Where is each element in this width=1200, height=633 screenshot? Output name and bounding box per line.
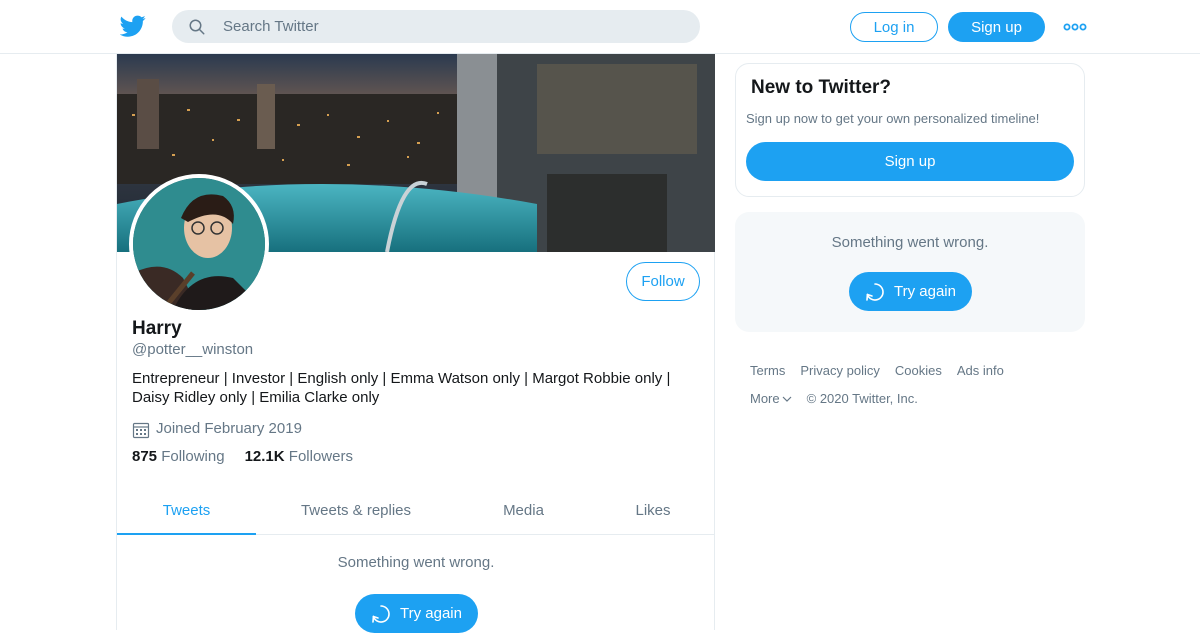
footer-link-privacy-policy[interactable]: Privacy policy bbox=[800, 363, 894, 378]
profile-handle: @potter__winston bbox=[132, 341, 254, 358]
following-count: 875 bbox=[132, 448, 158, 465]
joined-text: Joined February 2019 bbox=[156, 419, 302, 437]
signup-button[interactable]: Sign up bbox=[948, 12, 1045, 42]
profile-avatar[interactable] bbox=[129, 174, 269, 314]
joined-date: Joined February 2019 bbox=[132, 417, 302, 439]
profile-name: Harry bbox=[132, 318, 182, 339]
profile-stats: 875 Following 12.1K Followers bbox=[132, 448, 373, 465]
footer-link-terms[interactable]: Terms bbox=[750, 363, 800, 378]
timeline-try-again-button[interactable]: Try again bbox=[355, 594, 478, 633]
refresh-icon bbox=[372, 604, 390, 623]
tab-tweets-and-replies[interactable]: Tweets & replies bbox=[256, 486, 456, 534]
following-label: Following bbox=[161, 448, 225, 465]
twitter-bird-icon[interactable] bbox=[120, 13, 146, 39]
profile-bio: Entrepreneur | Investor | English only |… bbox=[132, 370, 671, 406]
footer-link-ads-info[interactable]: Ads info bbox=[957, 363, 1019, 378]
profile-column: Follow Harry @potter__winston Entreprene… bbox=[116, 54, 715, 633]
search-bar[interactable] bbox=[172, 10, 700, 43]
sidebar-try-again-label: Try again bbox=[894, 283, 956, 300]
tab-media[interactable]: Media bbox=[456, 486, 591, 534]
sidebar-error-card: Something went wrong. Try again bbox=[735, 212, 1085, 332]
followers-label: Followers bbox=[288, 448, 353, 465]
followers-count: 12.1K bbox=[244, 448, 285, 465]
profile-tabs: Tweets Tweets & replies Media Likes bbox=[117, 486, 715, 535]
search-input[interactable] bbox=[172, 10, 700, 43]
timeline-try-again-label: Try again bbox=[400, 605, 462, 622]
tab-tweets[interactable]: Tweets bbox=[117, 486, 256, 535]
new-to-twitter-title: New to Twitter? bbox=[751, 77, 892, 98]
more-dots-icon[interactable] bbox=[1063, 20, 1087, 34]
sidebar-try-again-button[interactable]: Try again bbox=[849, 272, 972, 311]
calendar-icon bbox=[132, 422, 150, 439]
sidebar-signup-button[interactable]: Sign up bbox=[746, 142, 1074, 181]
refresh-icon bbox=[866, 282, 884, 301]
footer-more-menu[interactable]: More bbox=[750, 391, 792, 406]
footer-copyright: © 2020 Twitter, Inc. bbox=[806, 391, 918, 406]
footer-link-cookies[interactable]: Cookies bbox=[895, 363, 957, 378]
tab-likes[interactable]: Likes bbox=[591, 486, 715, 534]
footer-more-label: More bbox=[750, 391, 780, 406]
chevron-down-icon bbox=[782, 396, 792, 402]
follow-button[interactable]: Follow bbox=[626, 262, 700, 301]
login-button[interactable]: Log in bbox=[850, 12, 938, 42]
footer-links: Terms Privacy policy Cookies Ads info Mo… bbox=[750, 363, 1080, 419]
timeline-error-message: Something went wrong. bbox=[337, 554, 495, 571]
new-to-twitter-card: New to Twitter? Sign up now to get your … bbox=[735, 63, 1085, 197]
sidebar-error-message: Something went wrong. bbox=[831, 234, 989, 251]
following-link[interactable]: 875 Following bbox=[132, 448, 225, 465]
top-navigation-bar: Log in Sign up bbox=[0, 0, 1200, 54]
new-to-twitter-subtitle: Sign up now to get your own personalized… bbox=[746, 111, 1040, 126]
search-icon bbox=[189, 19, 205, 35]
followers-link[interactable]: 12.1K Followers bbox=[245, 448, 353, 465]
